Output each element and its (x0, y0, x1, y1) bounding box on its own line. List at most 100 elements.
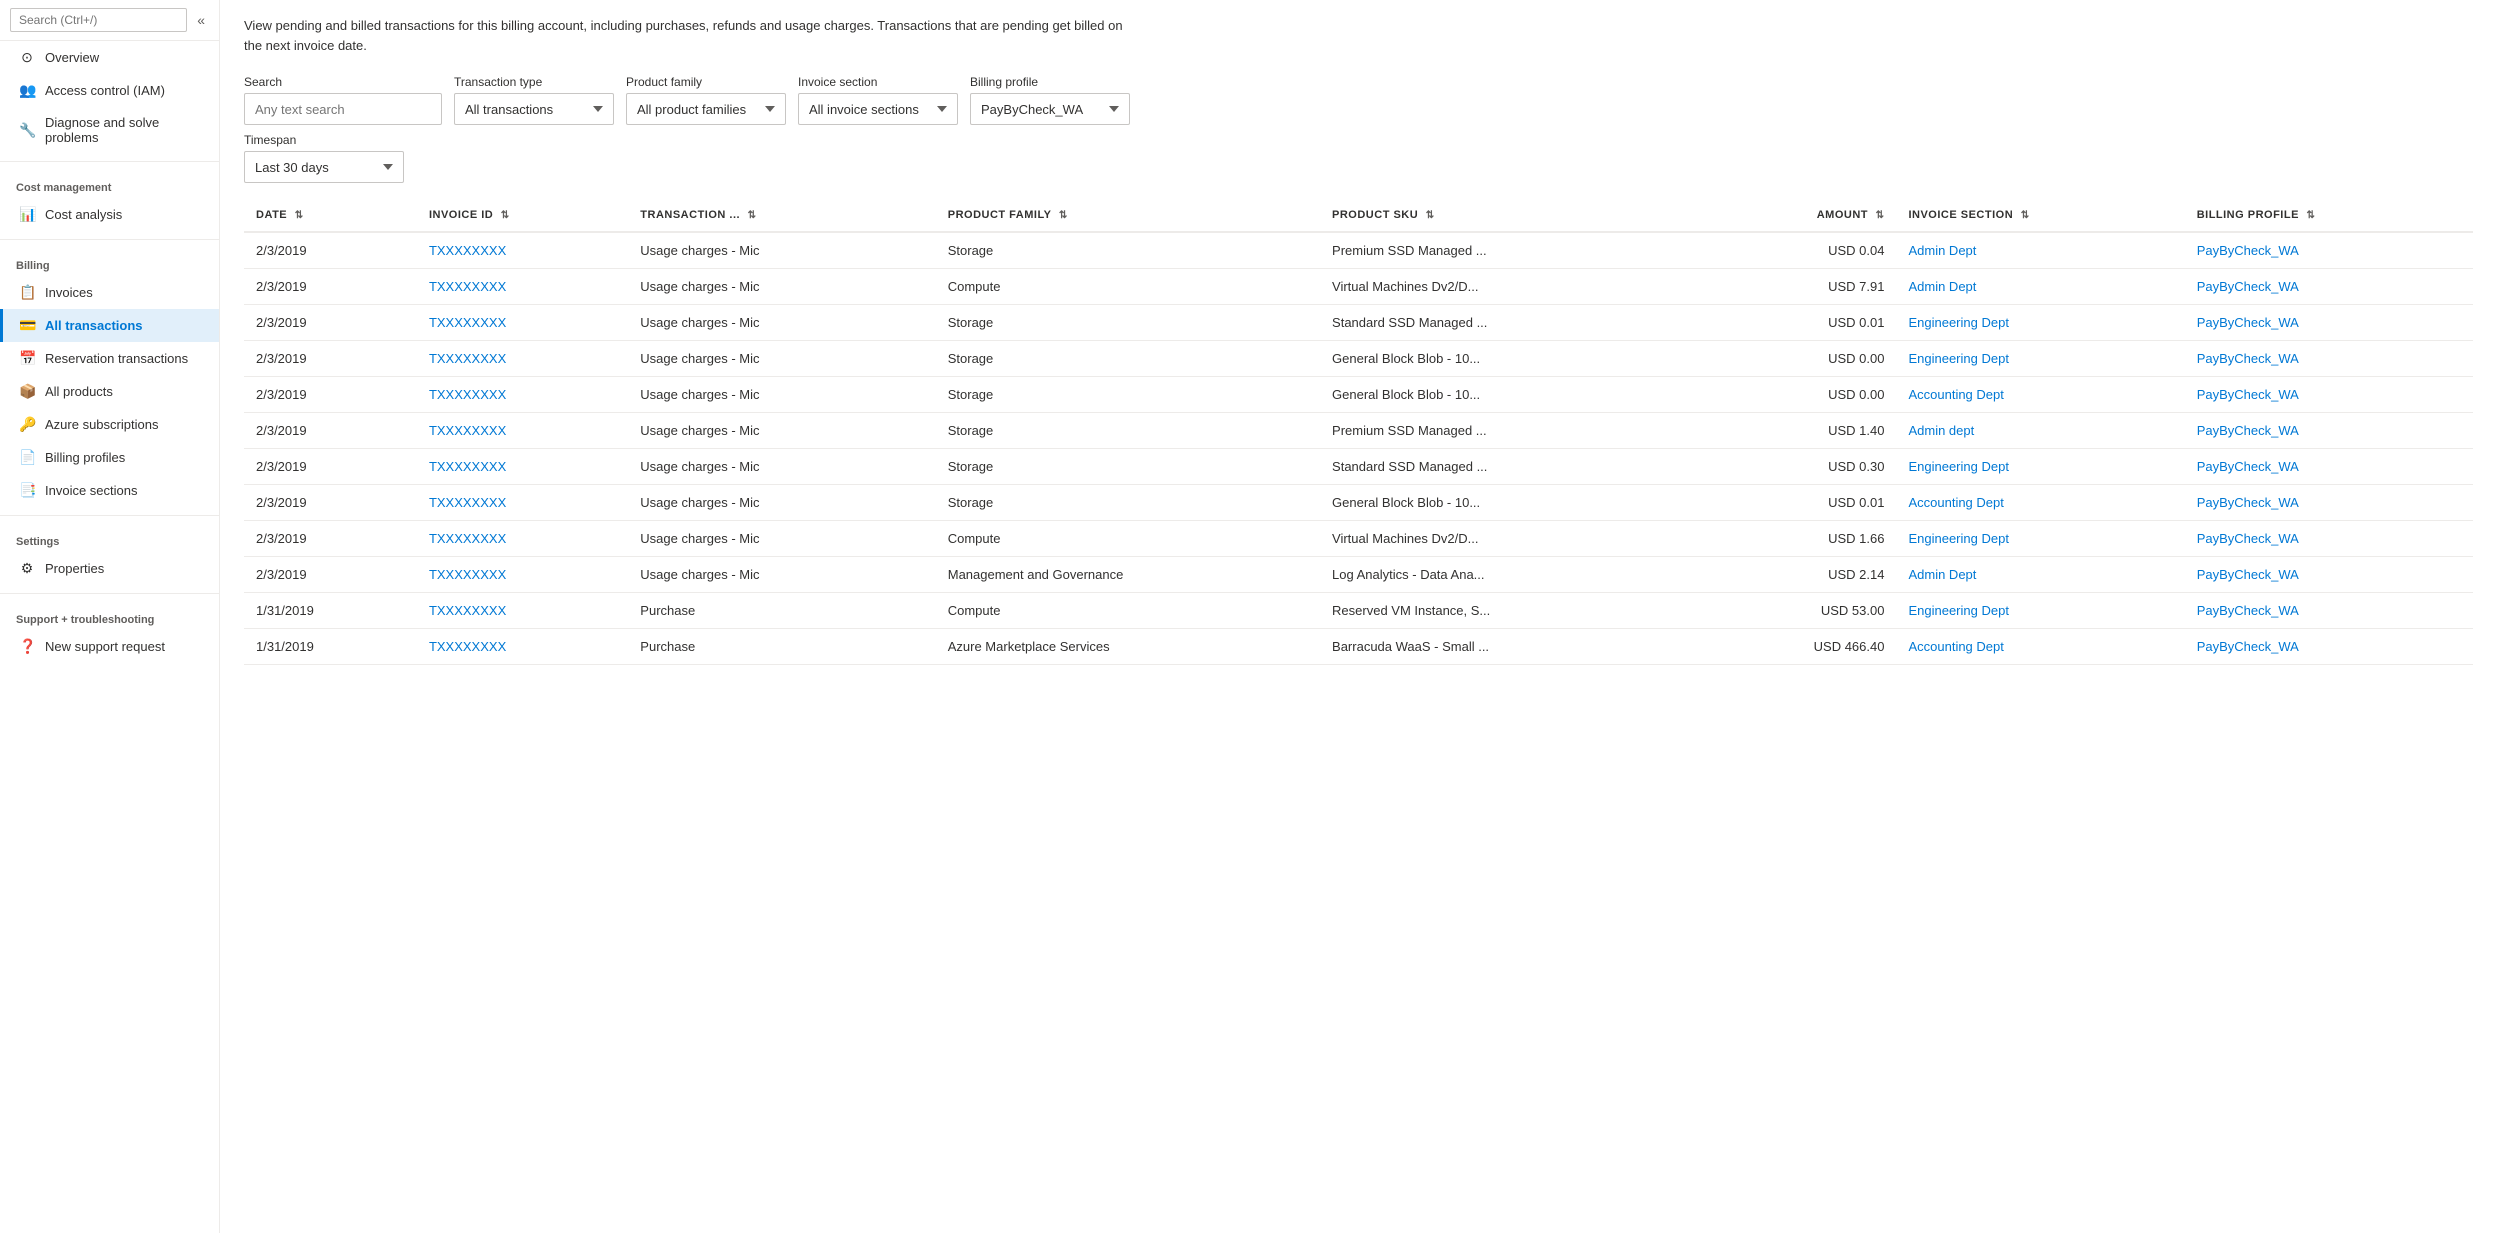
cell-amount: USD 0.01 (1704, 305, 1896, 341)
billing-section-label: Billing (0, 248, 219, 276)
sidebar-divider-4 (0, 593, 219, 594)
cell-invoice-id[interactable]: TXXXXXXXX (417, 485, 628, 521)
col-header-date[interactable]: DATE ⇅ (244, 199, 417, 232)
col-header-invoice-id[interactable]: INVOICE ID ⇅ (417, 199, 628, 232)
col-header-product-family[interactable]: PRODUCT FAMILY ⇅ (936, 199, 1320, 232)
col-header-transaction[interactable]: TRANSACTION ... ⇅ (628, 199, 935, 232)
cell-invoice-id[interactable]: TXXXXXXXX (417, 377, 628, 413)
cell-transaction: Purchase (628, 593, 935, 629)
sidebar-item-access-control[interactable]: 👥 Access control (IAM) (0, 74, 219, 107)
cell-invoice-id[interactable]: TXXXXXXXX (417, 521, 628, 557)
cell-date: 2/3/2019 (244, 449, 417, 485)
sidebar-item-properties[interactable]: ⚙ Properties (0, 552, 219, 585)
cell-date: 2/3/2019 (244, 557, 417, 593)
cell-invoice-section[interactable]: Admin Dept (1896, 269, 2184, 305)
cell-invoice-id[interactable]: TXXXXXXXX (417, 449, 628, 485)
cell-invoice-id[interactable]: TXXXXXXXX (417, 413, 628, 449)
all-products-icon: 📦 (19, 383, 35, 400)
search-filter-input[interactable] (244, 93, 442, 125)
cell-invoice-id[interactable]: TXXXXXXXX (417, 557, 628, 593)
cell-date: 2/3/2019 (244, 413, 417, 449)
cell-billing-profile[interactable]: PayByCheck_WA (2185, 593, 2473, 629)
cell-date: 2/3/2019 (244, 269, 417, 305)
collapse-sidebar-button[interactable]: « (193, 8, 209, 32)
cell-invoice-id[interactable]: TXXXXXXXX (417, 593, 628, 629)
table-row: 2/3/2019 TXXXXXXXX Usage charges - Mic S… (244, 377, 2473, 413)
cell-invoice-section[interactable]: Admin Dept (1896, 557, 2184, 593)
amount-sort-icon: ⇅ (1876, 210, 1885, 221)
col-header-invoice-section[interactable]: INVOICE SECTION ⇅ (1896, 199, 2184, 232)
timespan-filter-group: Timespan Last 30 days (244, 133, 404, 183)
cell-billing-profile[interactable]: PayByCheck_WA (2185, 305, 2473, 341)
cell-product-family: Management and Governance (936, 557, 1320, 593)
sidebar-item-azure-subscriptions[interactable]: 🔑 Azure subscriptions (0, 408, 219, 441)
cell-billing-profile[interactable]: PayByCheck_WA (2185, 269, 2473, 305)
sidebar-item-cost-analysis[interactable]: 📊 Cost analysis (0, 198, 219, 231)
sidebar-item-invoice-sections[interactable]: 📑 Invoice sections (0, 474, 219, 507)
sidebar-item-label: Billing profiles (45, 450, 125, 465)
search-input[interactable] (10, 8, 187, 32)
billing-profile-select[interactable]: PayByCheck_WA (970, 93, 1130, 125)
col-header-billing-profile[interactable]: BILLING PROFILE ⇅ (2185, 199, 2473, 232)
transaction-type-select[interactable]: All transactions (454, 93, 614, 125)
product-family-label: Product family (626, 75, 786, 89)
cell-invoice-section[interactable]: Engineering Dept (1896, 593, 2184, 629)
sidebar-item-label: Cost analysis (45, 207, 122, 222)
table-body: 2/3/2019 TXXXXXXXX Usage charges - Mic S… (244, 232, 2473, 665)
invoice-section-select[interactable]: All invoice sections (798, 93, 958, 125)
cell-invoice-section[interactable]: Engineering Dept (1896, 341, 2184, 377)
cell-invoice-section[interactable]: Accounting Dept (1896, 485, 2184, 521)
sidebar-item-diagnose[interactable]: 🔧 Diagnose and solve problems (0, 107, 219, 153)
timespan-select[interactable]: Last 30 days (244, 151, 404, 183)
cell-transaction: Usage charges - Mic (628, 485, 935, 521)
sidebar-item-overview[interactable]: ⊙ Overview (0, 41, 219, 74)
product-sku-sort-icon: ⇅ (1426, 210, 1435, 221)
sidebar-item-label: Invoices (45, 285, 93, 300)
cell-date: 2/3/2019 (244, 305, 417, 341)
cell-billing-profile[interactable]: PayByCheck_WA (2185, 521, 2473, 557)
cell-invoice-id[interactable]: TXXXXXXXX (417, 629, 628, 665)
cell-amount: USD 0.00 (1704, 377, 1896, 413)
cell-billing-profile[interactable]: PayByCheck_WA (2185, 232, 2473, 269)
sidebar-item-reservation-transactions[interactable]: 📅 Reservation transactions (0, 342, 219, 375)
cell-billing-profile[interactable]: PayByCheck_WA (2185, 449, 2473, 485)
col-header-amount[interactable]: AMOUNT ⇅ (1704, 199, 1896, 232)
invoice-id-sort-icon: ⇅ (501, 210, 510, 221)
cell-date: 2/3/2019 (244, 377, 417, 413)
transaction-sort-icon: ⇅ (748, 210, 757, 221)
product-family-select[interactable]: All product families (626, 93, 786, 125)
sidebar-item-label: Diagnose and solve problems (45, 115, 203, 145)
cell-invoice-id[interactable]: TXXXXXXXX (417, 305, 628, 341)
cell-invoice-section[interactable]: Engineering Dept (1896, 305, 2184, 341)
sidebar-item-all-transactions[interactable]: 💳 All transactions (0, 309, 219, 342)
cell-billing-profile[interactable]: PayByCheck_WA (2185, 341, 2473, 377)
cell-invoice-section[interactable]: Engineering Dept (1896, 449, 2184, 485)
sidebar-item-all-products[interactable]: 📦 All products (0, 375, 219, 408)
cell-date: 2/3/2019 (244, 232, 417, 269)
cell-billing-profile[interactable]: PayByCheck_WA (2185, 629, 2473, 665)
cell-invoice-id[interactable]: TXXXXXXXX (417, 341, 628, 377)
sidebar-item-new-support-request[interactable]: ❓ New support request (0, 630, 219, 663)
cell-invoice-id[interactable]: TXXXXXXXX (417, 232, 628, 269)
sidebar-item-invoices[interactable]: 📋 Invoices (0, 276, 219, 309)
col-header-product-sku[interactable]: PRODUCT SKU ⇅ (1320, 199, 1704, 232)
cell-billing-profile[interactable]: PayByCheck_WA (2185, 557, 2473, 593)
cell-billing-profile[interactable]: PayByCheck_WA (2185, 377, 2473, 413)
cell-invoice-section[interactable]: Engineering Dept (1896, 521, 2184, 557)
cell-transaction: Usage charges - Mic (628, 413, 935, 449)
cell-product-family: Storage (936, 305, 1320, 341)
table-header: DATE ⇅ INVOICE ID ⇅ TRANSACTION ... ⇅ (244, 199, 2473, 232)
sidebar-item-billing-profiles[interactable]: 📄 Billing profiles (0, 441, 219, 474)
cell-invoice-section[interactable]: Accounting Dept (1896, 377, 2184, 413)
cell-product-sku: General Block Blob - 10... (1320, 485, 1704, 521)
cell-invoice-section[interactable]: Accounting Dept (1896, 629, 2184, 665)
invoice-section-label: Invoice section (798, 75, 958, 89)
cell-billing-profile[interactable]: PayByCheck_WA (2185, 413, 2473, 449)
cell-billing-profile[interactable]: PayByCheck_WA (2185, 485, 2473, 521)
cell-invoice-section[interactable]: Admin dept (1896, 413, 2184, 449)
cell-transaction: Purchase (628, 629, 935, 665)
filters-row-2: Timespan Last 30 days (244, 133, 2473, 183)
cell-invoice-section[interactable]: Admin Dept (1896, 232, 2184, 269)
sidebar-item-label: All products (45, 384, 113, 399)
cell-invoice-id[interactable]: TXXXXXXXX (417, 269, 628, 305)
